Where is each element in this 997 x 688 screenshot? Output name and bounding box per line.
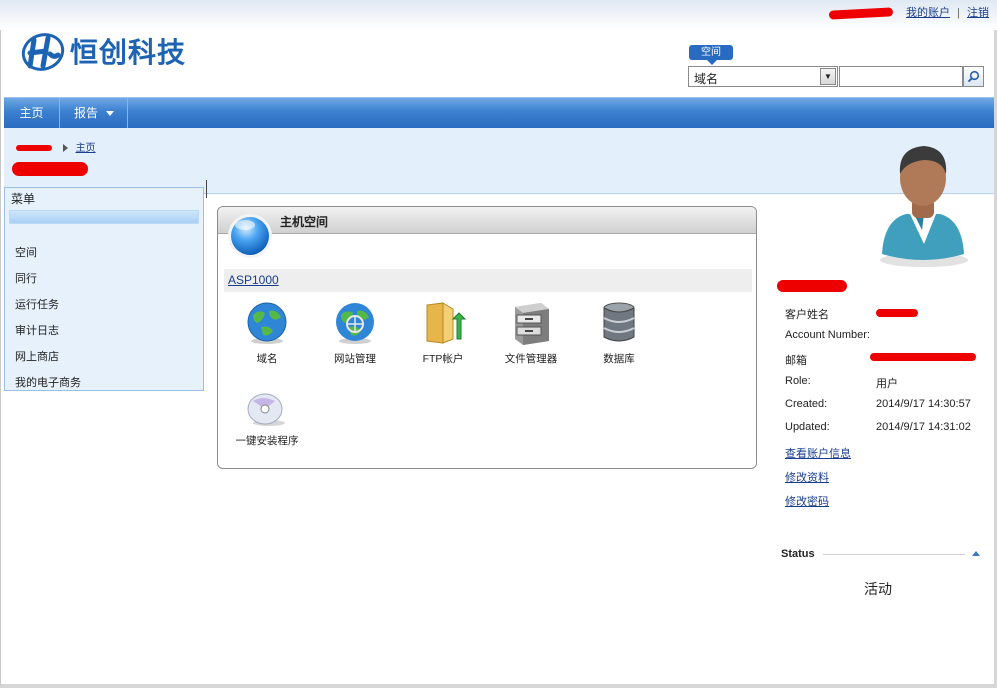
main-nav: 主页 报告 xyxy=(4,97,994,128)
search-scope-badge: 空间 xyxy=(689,45,733,65)
tool-website[interactable]: 网站管理 xyxy=(315,299,395,366)
edit-profile-link[interactable]: 修改资料 xyxy=(785,469,829,485)
menu-item-peers[interactable]: 同行 xyxy=(5,266,203,292)
hosting-panel: 主机空间 ASP1000 域名 网站管理 FTP帐户 文件管理器 数据库 一键安… xyxy=(217,206,757,469)
logo-mark-icon xyxy=(21,33,65,71)
breadcrumb-arrow-icon xyxy=(62,144,68,153)
tool-domains-label: 域名 xyxy=(256,353,278,365)
tool-installer[interactable]: 一键安装程序 xyxy=(227,389,307,448)
breadcrumb: 主页 xyxy=(16,139,96,154)
profile-label-account: Account Number: xyxy=(785,329,870,341)
profile-value-created: 2014/9/17 14:30:57 xyxy=(876,398,971,410)
profile-value-updated: 2014/9/17 14:31:02 xyxy=(876,421,971,433)
globe-icon xyxy=(247,302,287,344)
profile-label-updated: Updated: xyxy=(785,421,830,433)
tool-website-label: 网站管理 xyxy=(334,353,376,365)
plan-link[interactable]: ASP1000 xyxy=(228,273,279,287)
search-input[interactable] xyxy=(839,66,963,87)
menu-header-bar xyxy=(9,210,199,224)
page-header-band: 主页 xyxy=(4,128,994,198)
tool-installer-label: 一键安装程序 xyxy=(235,435,299,447)
disc-icon xyxy=(247,393,285,426)
redacted-username xyxy=(828,6,894,20)
brand-logo[interactable]: 恒创科技 xyxy=(20,28,186,74)
menu-item-ecommerce[interactable]: 我的电子商务 xyxy=(5,370,203,396)
menu-item-tasks[interactable]: 运行任务 xyxy=(5,292,203,318)
caret-down-icon xyxy=(106,111,115,117)
collapse-up-icon[interactable] xyxy=(972,551,980,556)
profile-label-role: Role: xyxy=(785,375,811,387)
user-avatar-icon xyxy=(880,146,968,267)
status-divider xyxy=(823,554,965,555)
hosting-panel-title: 主机空间 xyxy=(280,215,329,229)
divider xyxy=(206,180,207,198)
plan-row: ASP1000 xyxy=(224,269,752,292)
logo-text: 恒创科技 xyxy=(70,36,187,69)
logout-link[interactable]: 注销 xyxy=(967,7,989,19)
nav-home[interactable]: 主页 xyxy=(4,98,60,128)
hosting-panel-header: 主机空间 xyxy=(218,207,756,234)
my-account-link[interactable]: 我的账户 xyxy=(906,7,950,19)
status-value: 活动 xyxy=(864,581,892,597)
tool-database-label: 数据库 xyxy=(603,353,635,365)
hosting-orb-icon xyxy=(228,214,272,258)
profile-label-created: Created: xyxy=(785,398,828,410)
nav-report-label: 报告 xyxy=(74,106,99,120)
database-icon xyxy=(603,302,635,342)
redacted-user-name xyxy=(777,280,847,292)
menu-item-space[interactable]: 空间 xyxy=(5,240,203,266)
menu-item-audit-log[interactable]: 审计日志 xyxy=(5,318,203,344)
chevron-down-icon[interactable]: ▼ xyxy=(820,68,836,85)
profile-value-role: 用户 xyxy=(876,378,898,390)
menu-title: 菜单 xyxy=(11,192,36,206)
profile-label-email: 邮箱 xyxy=(785,355,807,367)
tool-ftp-label: FTP帐户 xyxy=(422,353,464,365)
side-menu: 菜单 空间 同行 运行任务 审计日志 网上商店 我的电子商务 xyxy=(4,187,204,391)
menu-item-store[interactable]: 网上商店 xyxy=(5,344,203,370)
user-links: 我的账户 | 注销 xyxy=(828,4,989,20)
redacted-page-title xyxy=(12,162,88,176)
profile-label-name: 客户姓名 xyxy=(785,309,829,321)
redacted-breadcrumb-root xyxy=(16,145,52,152)
search-button[interactable] xyxy=(963,66,984,87)
menu-list: 空间 同行 运行任务 审计日志 网上商店 我的电子商务 xyxy=(5,224,203,396)
search-scope-value: 域名 xyxy=(694,72,719,86)
search-icon xyxy=(967,70,980,83)
tool-file-manager[interactable]: 文件管理器 xyxy=(491,299,571,366)
file-cabinet-icon xyxy=(515,303,549,345)
folder-upload-icon xyxy=(426,302,467,344)
tool-domains[interactable]: 域名 xyxy=(227,299,307,366)
breadcrumb-home[interactable]: 主页 xyxy=(76,143,96,154)
search-scope-select[interactable]: 域名 ▼ xyxy=(688,66,838,87)
redacted-customer-name xyxy=(876,309,918,317)
link-separator: | xyxy=(957,7,960,19)
tool-ftp[interactable]: FTP帐户 xyxy=(403,299,483,366)
change-password-link[interactable]: 修改密码 xyxy=(785,493,829,509)
globe-cursor-icon xyxy=(336,303,374,344)
view-account-link[interactable]: 查看账户信息 xyxy=(785,445,851,461)
redacted-email xyxy=(870,353,976,361)
tool-file-manager-label: 文件管理器 xyxy=(504,353,558,365)
tool-database[interactable]: 数据库 xyxy=(579,299,659,366)
status-heading: Status xyxy=(781,548,815,560)
nav-report[interactable]: 报告 xyxy=(62,98,128,128)
